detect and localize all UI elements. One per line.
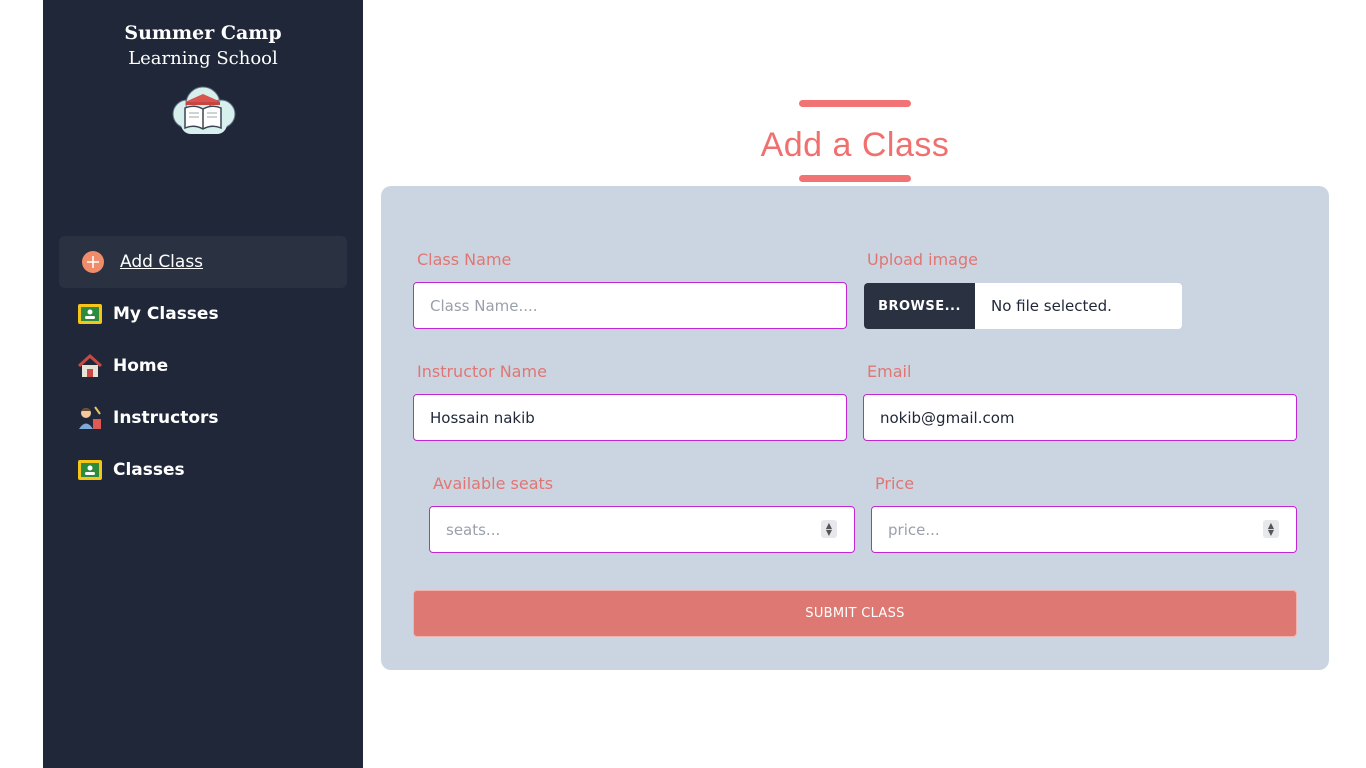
- email-input[interactable]: [863, 394, 1297, 441]
- sidebar-item-add-class[interactable]: Add Class: [59, 236, 347, 288]
- submit-class-button[interactable]: SUBMIT CLASS: [413, 590, 1297, 637]
- classroom-board-icon: [77, 457, 103, 483]
- class-name-label: Class Name: [417, 250, 512, 269]
- seats-spinner[interactable]: ▲ ▼: [821, 520, 837, 538]
- sidebar: Summer Camp Learning School Add Class My…: [43, 0, 363, 768]
- brand-subtitle: Learning School: [128, 48, 278, 69]
- sidebar-item-label: Home: [113, 356, 169, 376]
- page-title: Add a Class: [760, 126, 950, 164]
- sidebar-item-home[interactable]: Home: [59, 340, 347, 392]
- email-label: Email: [867, 362, 912, 381]
- plus-circle-icon: [80, 249, 106, 275]
- page-heading: Add a Class: [740, 100, 970, 182]
- add-class-form: Class Name Upload image BROWSE... No fil…: [381, 186, 1329, 670]
- class-name-input[interactable]: [413, 282, 847, 329]
- file-status: No file selected.: [991, 297, 1112, 315]
- upload-image-label: Upload image: [867, 250, 978, 269]
- brand: Summer Camp Learning School: [43, 20, 363, 72]
- heading-bottom-bar: [799, 175, 911, 182]
- upload-image-field[interactable]: BROWSE... No file selected.: [864, 283, 1182, 329]
- brand-title: Summer Camp: [124, 22, 282, 44]
- price-label: Price: [875, 474, 915, 493]
- teacher-icon: [77, 405, 103, 431]
- available-seats-label: Available seats: [433, 474, 554, 493]
- instructor-name-label: Instructor Name: [417, 362, 547, 381]
- heading-top-bar: [799, 100, 911, 107]
- classroom-board-icon: [77, 301, 103, 327]
- sidebar-item-classes[interactable]: Classes: [59, 444, 347, 496]
- house-icon: [77, 353, 103, 379]
- sidebar-item-instructors[interactable]: Instructors: [59, 392, 347, 444]
- app-root: Summer Camp Learning School Add Class My…: [0, 0, 1366, 768]
- sidebar-item-my-classes[interactable]: My Classes: [59, 288, 347, 340]
- sidebar-item-label: Add Class: [120, 252, 204, 272]
- instructor-name-input[interactable]: [413, 394, 847, 441]
- price-spinner[interactable]: ▲ ▼: [1263, 520, 1279, 538]
- sidebar-item-label: Instructors: [113, 408, 219, 428]
- sidebar-item-label: My Classes: [113, 304, 219, 324]
- sidebar-nav: Add Class My Classes Home Instructors Cl…: [59, 236, 347, 496]
- book-cloud-logo-icon: [167, 82, 239, 144]
- sidebar-item-label: Classes: [113, 460, 185, 480]
- browse-button[interactable]: BROWSE...: [864, 283, 975, 329]
- price-input[interactable]: [871, 506, 1297, 553]
- seats-input[interactable]: [429, 506, 855, 553]
